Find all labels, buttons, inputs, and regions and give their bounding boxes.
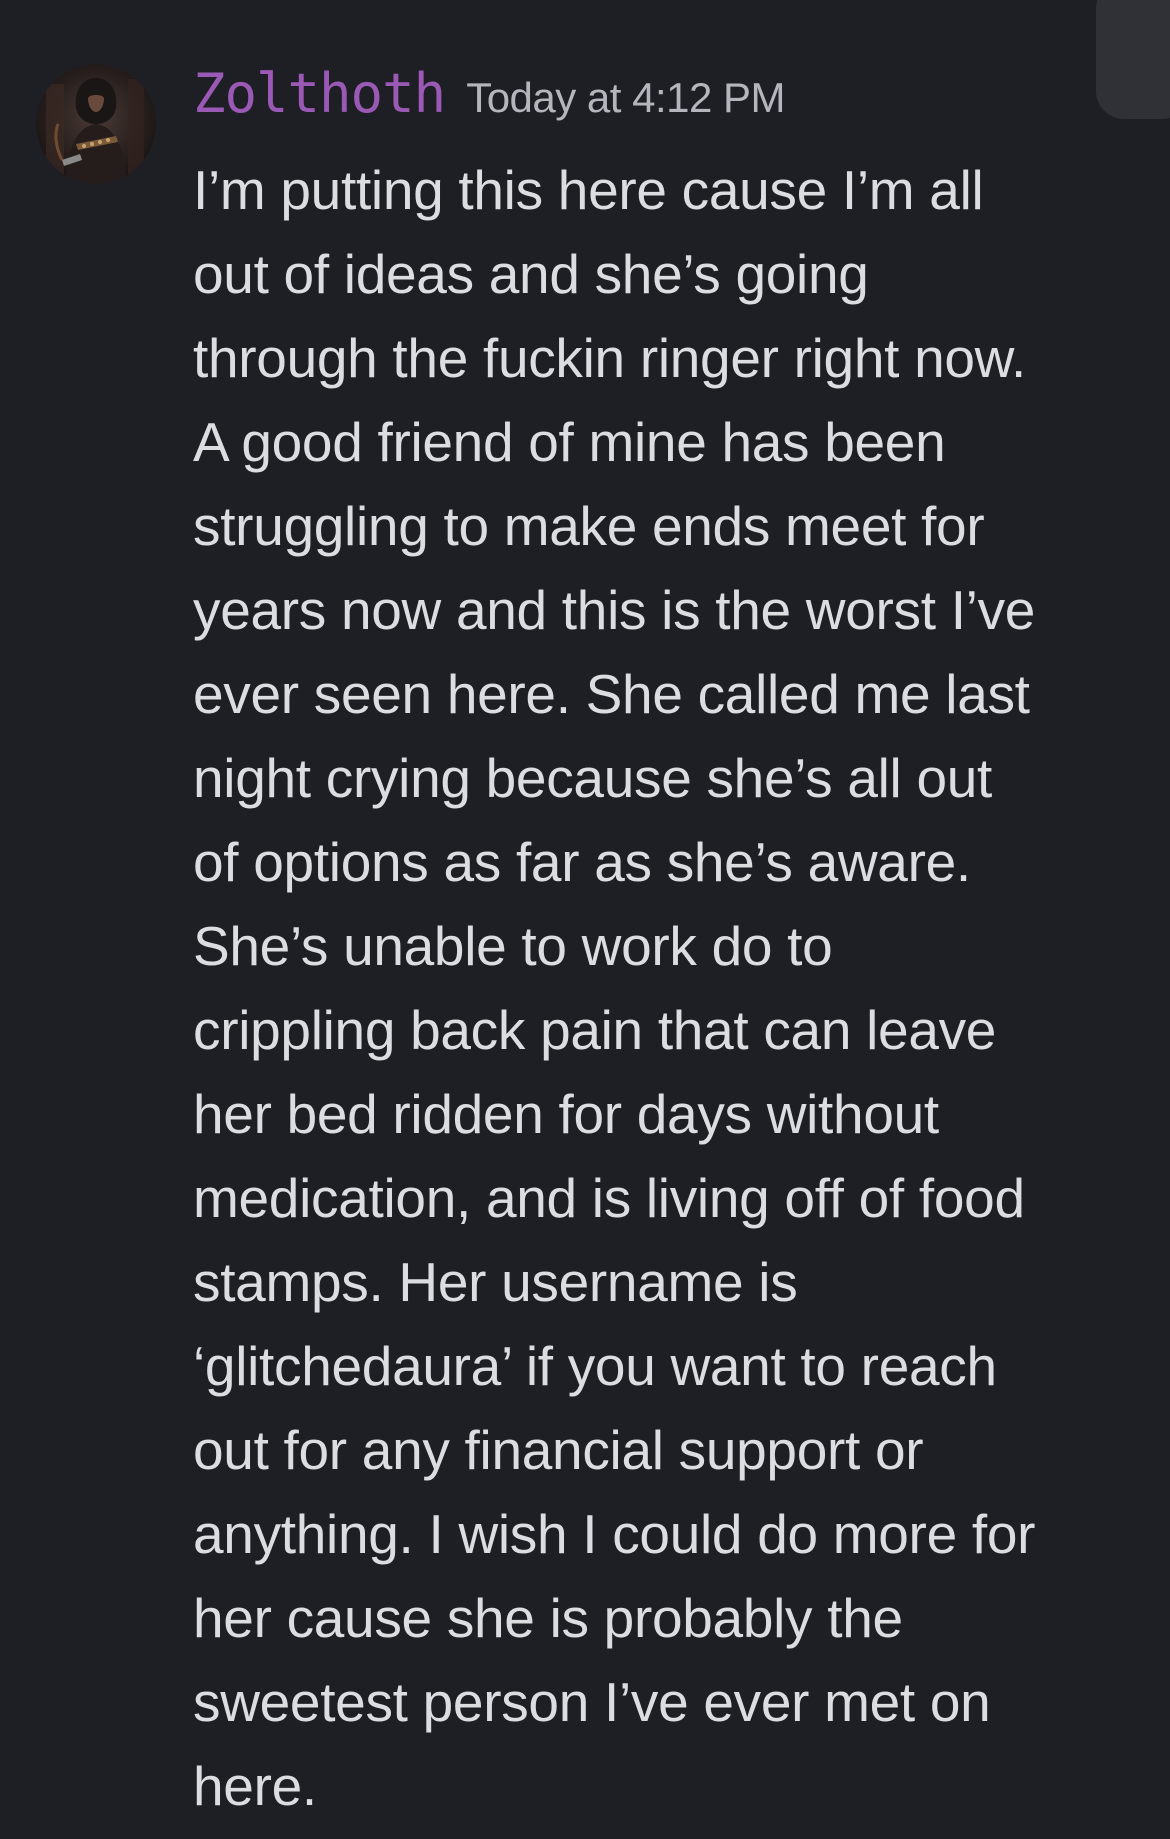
message-line: ‘glitchedaura’ if you want to reach bbox=[193, 1335, 997, 1397]
message-line: stamps. Her username is bbox=[193, 1251, 798, 1313]
message-line: here. bbox=[193, 1755, 317, 1817]
message-line: her cause she is probably the bbox=[193, 1587, 903, 1649]
message-line: struggling to make ends meet for bbox=[193, 495, 985, 557]
timestamp: Today at 4:12 PM bbox=[466, 74, 786, 121]
message-line: crippling back pain that can leave bbox=[193, 999, 997, 1061]
avatar-image bbox=[36, 64, 156, 184]
message-line: ever seen here. She called me last bbox=[193, 663, 1030, 725]
message-line: night crying because she’s all out bbox=[193, 747, 993, 809]
corner-panel bbox=[1096, 0, 1170, 119]
message-line: I’m putting this here cause I’m all bbox=[193, 159, 984, 221]
message-line: medication, and is living off of food bbox=[193, 1167, 1025, 1229]
message-header: Zolthoth Today at 4:12 PM bbox=[193, 62, 786, 142]
message-content: I’m putting this here cause I’m all out … bbox=[193, 148, 1143, 1828]
message-line: years now and this is the worst I’ve bbox=[193, 579, 1036, 641]
message-line: out of ideas and she’s going bbox=[193, 243, 869, 305]
message-line: her bed ridden for days without bbox=[193, 1083, 939, 1145]
avatar[interactable] bbox=[36, 64, 156, 184]
username[interactable]: Zolthoth bbox=[193, 62, 446, 125]
message-line: anything. I wish I could do more for bbox=[193, 1503, 1036, 1565]
message-line: of options as far as she’s aware. bbox=[193, 831, 971, 893]
message-line: sweetest person I’ve ever met on bbox=[193, 1671, 991, 1733]
message-line: She’s unable to work do to bbox=[193, 915, 833, 977]
message-line: A good friend of mine has been bbox=[193, 411, 946, 473]
message-line: through the fuckin ringer right now. bbox=[193, 327, 1027, 389]
message-line: out for any financial support or bbox=[193, 1419, 924, 1481]
